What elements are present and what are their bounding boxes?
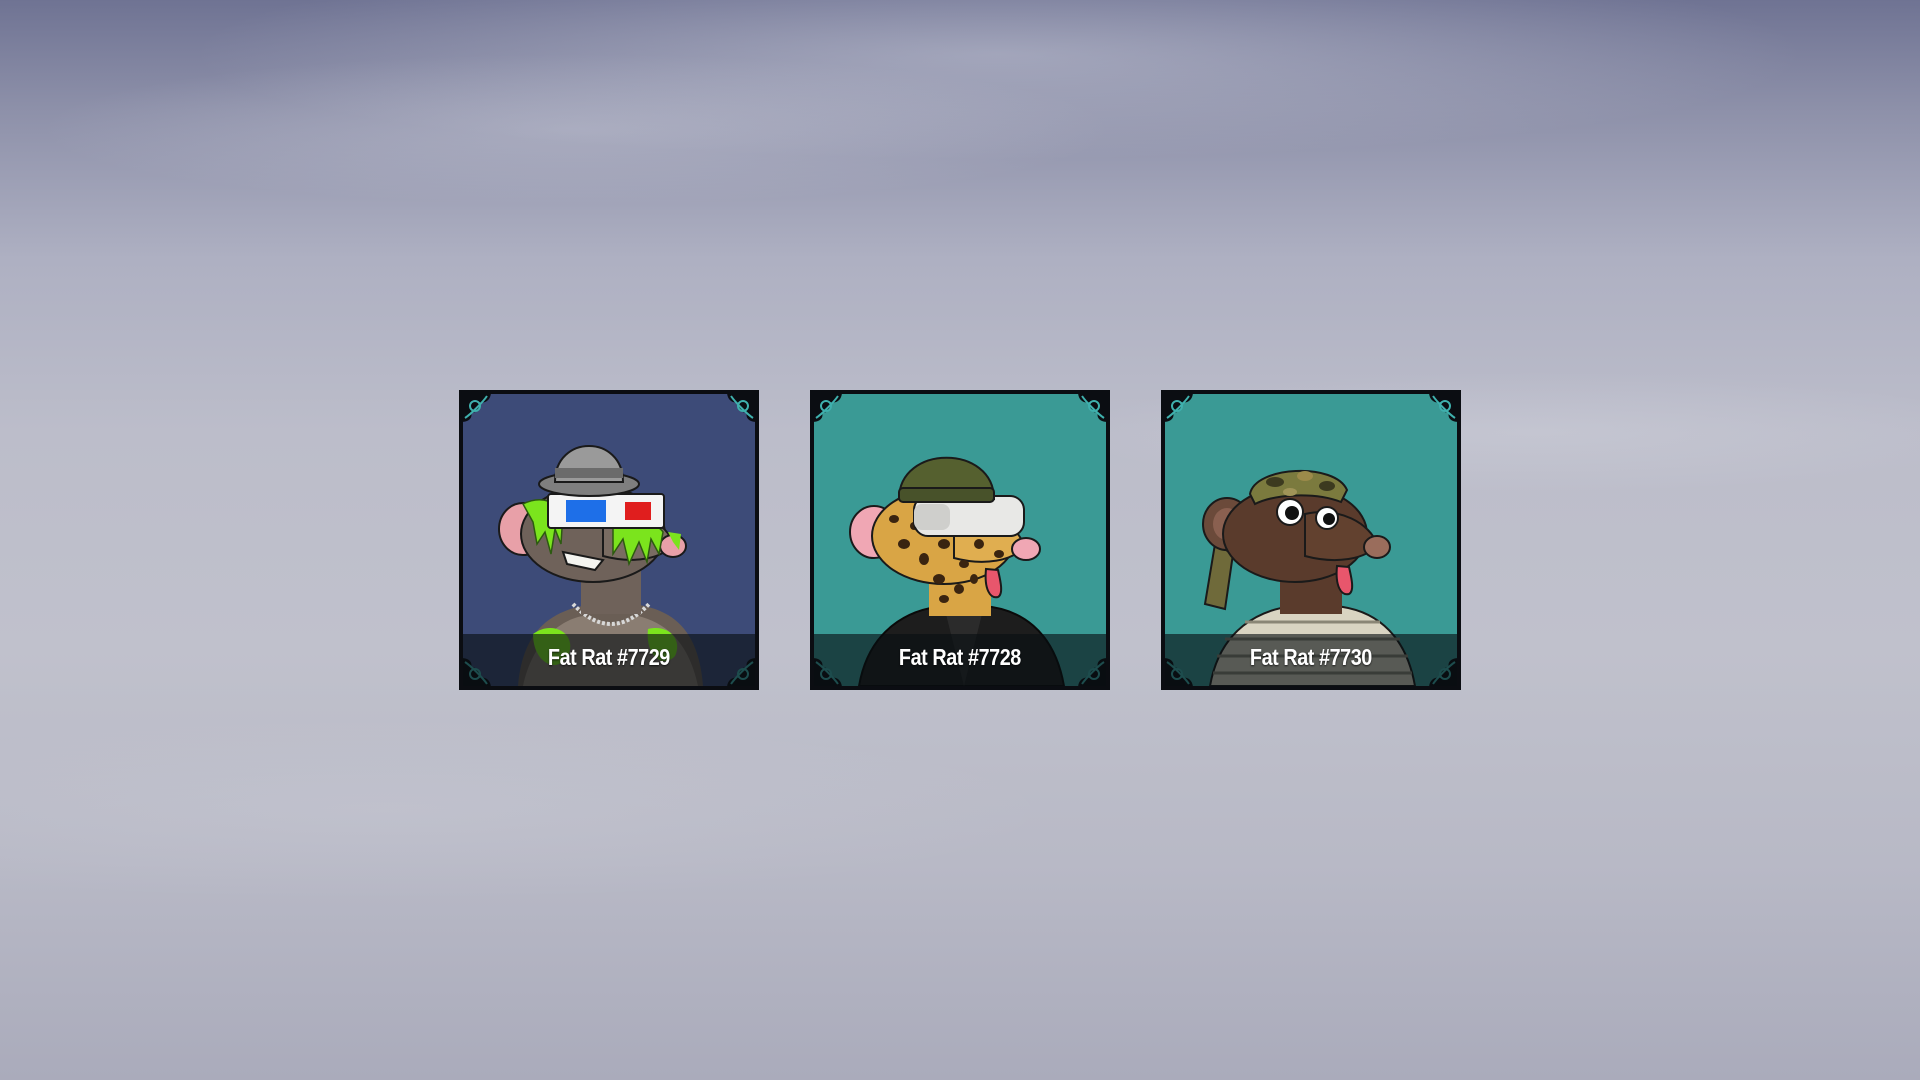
card-title: Fat Rat #7729 [548,643,670,670]
card-title: Fat Rat #7730 [1250,643,1372,670]
card-caption-bar: Fat Rat #7729 [463,634,755,686]
card-caption-bar: Fat Rat #7728 [814,634,1106,686]
corner-ornament-icon [727,394,755,422]
corner-ornament-icon [1165,394,1193,422]
nft-card-7729[interactable]: Fat Rat #7729 [459,390,759,690]
corner-ornament-icon [1078,394,1106,422]
corner-ornament-icon [463,394,491,422]
corner-ornament-icon [1429,394,1457,422]
corner-ornament-icon [814,394,842,422]
card-caption-bar: Fat Rat #7730 [1165,634,1457,686]
nft-card-7728[interactable]: Fat Rat #7728 [810,390,1110,690]
cloudy-sky-background: Fat Rat #7729 Fat Rat #7728 Fat Rat #773… [0,0,1920,1080]
nft-card-7730[interactable]: Fat Rat #7730 [1161,390,1461,690]
nft-card-gallery: Fat Rat #7729 Fat Rat #7728 Fat Rat #773… [459,390,1461,690]
card-title: Fat Rat #7728 [899,643,1021,670]
